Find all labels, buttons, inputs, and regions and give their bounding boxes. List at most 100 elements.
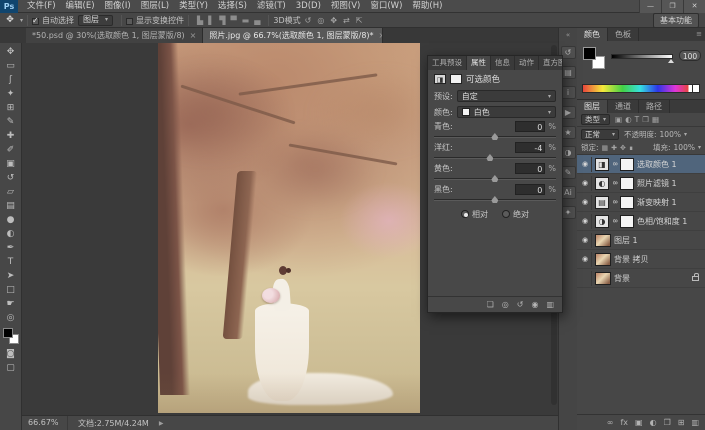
menu-item[interactable]: 文件(F) xyxy=(22,0,61,13)
document-image[interactable] xyxy=(158,43,420,413)
layer-visibility-eye-icon[interactable]: ◉ xyxy=(579,175,592,191)
opacity-value[interactable]: 100% xyxy=(660,130,681,139)
panel-tab[interactable]: 图层 xyxy=(577,100,608,113)
mask-thumbnail-icon[interactable] xyxy=(450,74,462,84)
colors-dropdown[interactable]: 白色 ▾ xyxy=(456,106,556,118)
tool-button[interactable]: ✚ xyxy=(2,129,20,143)
tool-button[interactable]: ▤ xyxy=(2,199,20,213)
slider-thumb[interactable] xyxy=(491,196,499,203)
menu-item[interactable]: 3D(D) xyxy=(291,0,326,13)
panel-footer-icon[interactable]: ▥ xyxy=(546,300,554,309)
slider-track[interactable] xyxy=(434,133,556,140)
fill-value[interactable]: 100% xyxy=(674,143,695,152)
slider-value-field[interactable]: -4 xyxy=(515,142,546,153)
layers-footer-icon[interactable]: ▣ xyxy=(635,418,643,427)
lock-option-icon[interactable]: ✥ xyxy=(620,144,626,152)
align-icon[interactable]: ▌ xyxy=(208,16,214,25)
menu-item[interactable]: 图层(L) xyxy=(136,0,174,13)
color-swatches[interactable] xyxy=(583,47,605,69)
tool-button[interactable]: ʃ xyxy=(2,73,20,87)
layers-footer-icon[interactable]: ⊞ xyxy=(678,418,685,427)
lock-option-icon[interactable]: ▦ xyxy=(602,144,609,152)
layer-row[interactable]: ◉ 8 图层 1 xyxy=(577,231,705,250)
color-slider[interactable] xyxy=(611,54,674,63)
slider-track[interactable] xyxy=(434,196,556,203)
3d-mode-icon[interactable]: ◎ xyxy=(317,16,324,25)
align-icon[interactable]: ▜ xyxy=(219,16,225,25)
menu-item[interactable]: 图像(I) xyxy=(100,0,136,13)
tool-button[interactable]: ✥ xyxy=(2,45,20,59)
tool-button[interactable]: □ xyxy=(2,283,20,297)
tab-close-icon[interactable]: × xyxy=(379,31,383,40)
menu-item[interactable]: 窗口(W) xyxy=(365,0,407,13)
status-options-arrow-icon[interactable]: ▶ xyxy=(159,420,164,427)
tool-button[interactable]: ⊞ xyxy=(2,101,20,115)
layer-visibility-eye-icon[interactable]: ◉ xyxy=(579,251,592,267)
tool-button[interactable]: ➤ xyxy=(2,269,20,283)
tool-button[interactable]: ● xyxy=(2,213,20,227)
panel-tab[interactable]: 直方图 xyxy=(539,56,562,70)
align-icon[interactable]: ▀ xyxy=(231,16,237,25)
tool-button[interactable]: ▣ xyxy=(2,157,20,171)
layer-thumbnail[interactable] xyxy=(595,252,611,266)
tool-button[interactable]: ▱ xyxy=(2,185,20,199)
tab-swatches[interactable]: 色板 xyxy=(608,28,639,41)
panel-footer-icon[interactable]: ◉ xyxy=(531,300,538,309)
align-icon[interactable]: ▄ xyxy=(254,16,260,25)
panel-tab[interactable]: 通道 xyxy=(608,100,639,113)
panel-footer-icon[interactable]: ❏ xyxy=(487,300,494,309)
tab-close-icon[interactable]: × xyxy=(190,31,197,40)
foreground-color-swatch[interactable] xyxy=(2,328,13,338)
menu-item[interactable]: 编辑(E) xyxy=(61,0,100,13)
layer-visibility-eye-icon[interactable]: ◉ xyxy=(579,232,592,248)
tab-color[interactable]: 颜色 xyxy=(577,28,608,41)
menu-item[interactable]: 帮助(H) xyxy=(407,0,447,13)
relative-radio[interactable]: 相对 xyxy=(461,209,488,220)
layer-mask-thumbnail[interactable] xyxy=(620,214,634,228)
slider-thumb[interactable] xyxy=(491,133,499,140)
panel-tab[interactable]: 属性 xyxy=(467,56,491,70)
document-tab[interactable]: 照片.jpg @ 66.7%(选取颜色 1, 图层蒙版/8)* × xyxy=(203,28,384,43)
color-spectrum-ramp[interactable] xyxy=(582,84,694,93)
foreground-color-swatch[interactable] xyxy=(583,47,596,60)
layer-row[interactable]: ◉ ◑ 8 色相/饱和度 1 xyxy=(577,212,705,231)
3d-mode-icon[interactable]: ✥ xyxy=(330,16,337,25)
layer-filter-dropdown[interactable]: 类型 ▾ xyxy=(581,114,611,125)
tool-button[interactable]: ◎ xyxy=(2,311,20,325)
menu-item[interactable]: 类型(Y) xyxy=(174,0,213,13)
layer-filter-icon[interactable]: ▣ xyxy=(615,115,622,124)
layer-row[interactable]: 8 背景 xyxy=(577,269,705,288)
layer-row[interactable]: ◉ ◨ 8 选取颜色 1 xyxy=(577,155,705,174)
align-icon[interactable]: ▙ xyxy=(197,16,203,25)
layer-filter-icon[interactable]: T xyxy=(635,115,640,124)
layer-row[interactable]: ◉ ▤ 8 渐变映射 1 xyxy=(577,193,705,212)
panel-tab[interactable]: 信息 xyxy=(491,56,515,70)
layer-filter-icon[interactable]: ▦ xyxy=(652,115,659,124)
tool-button[interactable]: ▭ xyxy=(2,59,20,73)
tool-button[interactable]: ◐ xyxy=(2,227,20,241)
tool-button[interactable]: ✎ xyxy=(2,115,20,129)
auto-select-target-dropdown[interactable]: 图层 ▾ xyxy=(78,14,114,26)
color-value-field[interactable]: 100 xyxy=(679,50,701,61)
panel-menu-icon[interactable]: ≡ xyxy=(696,28,705,41)
layers-footer-icon[interactable]: ∞ xyxy=(607,418,614,427)
panel-footer-icon[interactable]: ◎ xyxy=(502,300,509,309)
panel-tab[interactable]: 工具预设 xyxy=(428,56,467,70)
3d-mode-icon[interactable]: ↺ xyxy=(305,16,312,25)
workspace-switcher[interactable]: 基本功能 xyxy=(653,12,699,28)
layer-visibility-eye-icon[interactable]: ◉ xyxy=(579,156,592,172)
3d-mode-icon[interactable]: ⇄ xyxy=(343,16,350,25)
lock-option-icon[interactable]: ∎ xyxy=(629,144,633,152)
absolute-radio[interactable]: 绝对 xyxy=(502,209,529,220)
document-tab[interactable]: *50.psd @ 30%(选取颜色 1, 图层蒙版/8) × xyxy=(26,28,204,43)
slider-thumb[interactable] xyxy=(486,154,494,161)
layers-footer-icon[interactable]: fx xyxy=(620,418,628,427)
layers-footer-icon[interactable]: ◐ xyxy=(650,418,657,427)
slider-track[interactable] xyxy=(434,175,556,182)
layer-visibility-eye-icon[interactable] xyxy=(579,270,592,286)
layers-footer-icon[interactable]: ▥ xyxy=(691,418,699,427)
tool-button[interactable]: ☛ xyxy=(2,297,20,311)
collapse-dock-icon[interactable]: « xyxy=(566,31,570,39)
menu-item[interactable]: 滤镜(T) xyxy=(252,0,291,13)
menu-item[interactable]: 视图(V) xyxy=(326,0,365,13)
